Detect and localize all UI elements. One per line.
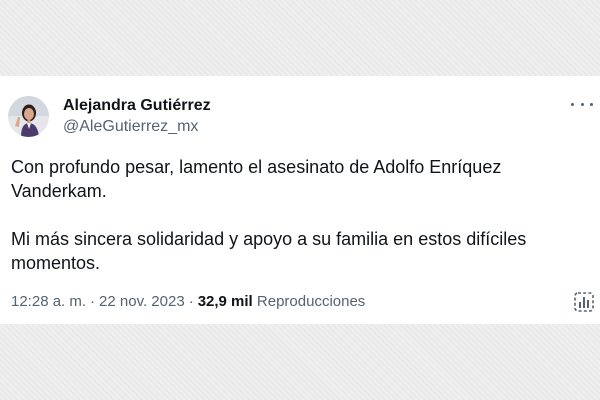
author-handle[interactable]: @AleGutierrez_mx (63, 118, 198, 136)
tweet-text: Con profundo pesar, lamento el asesinato… (11, 155, 571, 275)
avatar[interactable] (8, 96, 49, 137)
views-count: 32,9 mil (197, 293, 253, 310)
author-name[interactable]: Alejandra Gutiérrez (63, 97, 211, 115)
tweet-metadata: 12:28 a. m. · 22 nov. 2023 · 32,9 mil Reprod… (11, 293, 365, 310)
views-label: Reproducciones (256, 293, 366, 310)
analytics-icon-graphic (574, 292, 594, 312)
tweet-paragraph: Con profundo pesar, lamento el asesinato… (11, 157, 502, 201)
separator: · (90, 293, 96, 310)
separator: · (188, 293, 194, 310)
analytics-icon[interactable] (573, 291, 595, 313)
dot (571, 102, 574, 106)
dot (580, 102, 584, 106)
more-options-icon[interactable] (571, 96, 593, 112)
tweet-date[interactable]: 22 nov. 2023 (99, 293, 185, 310)
tweet-paragraph: Mi más sincera solidaridad y apoyo a su … (11, 229, 527, 273)
tweet-time[interactable]: 12:28 a. m. (11, 293, 86, 310)
dot (590, 102, 593, 106)
profile-photo-icon (8, 96, 49, 137)
